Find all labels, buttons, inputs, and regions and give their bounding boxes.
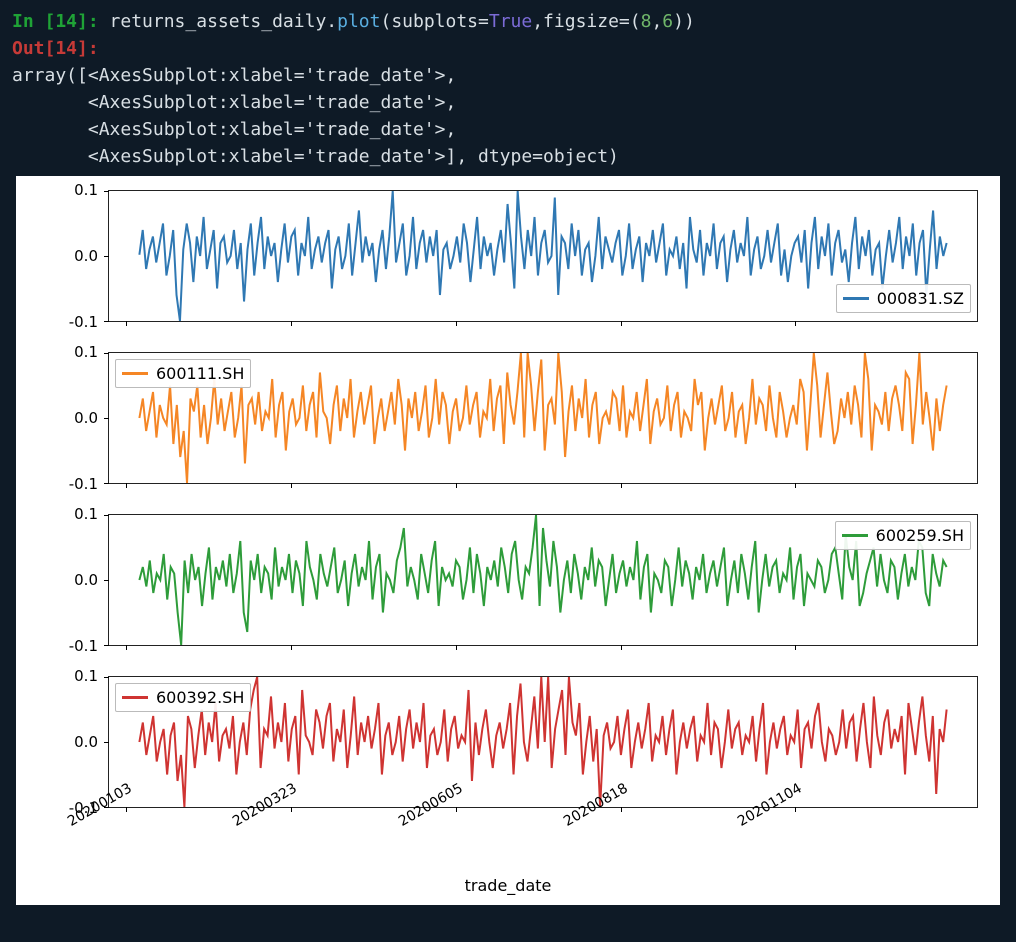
subplot-600259.SH: 0.10.0-0.1600259.SH — [78, 508, 978, 668]
x-tick-line — [795, 807, 796, 812]
subplot-000831.SZ: 0.10.0-0.1000831.SZ — [78, 184, 978, 344]
legend: 600111.SH — [115, 359, 251, 388]
y-tick-label: 0.1 — [42, 667, 98, 685]
x-tick-line — [126, 807, 127, 812]
x-tick-line — [621, 321, 622, 326]
output-line: <AxesSubplot:xlabel='trade_date'>, — [12, 92, 456, 113]
code-args-2: ,figsize=( — [532, 11, 640, 32]
axes-box: 600111.SH — [108, 352, 978, 484]
x-tick-line — [456, 321, 457, 326]
x-tick-line — [456, 483, 457, 488]
legend-swatch — [122, 696, 148, 699]
x-tick-line — [795, 645, 796, 650]
y-tick-label: -0.1 — [42, 313, 98, 331]
y-tick-label: 0.1 — [42, 505, 98, 523]
num-h: 6 — [662, 11, 673, 32]
x-tick-line — [795, 321, 796, 326]
code-cell: In [14]: returns_assets_daily.plot(subpl… — [0, 0, 1016, 174]
x-tick-line — [126, 321, 127, 326]
x-tick-line — [456, 807, 457, 812]
axes-box: 000831.SZ — [108, 190, 978, 322]
x-tick-line — [291, 483, 292, 488]
subplot-600392.SH: 0.10.0-0.1600392.SH202001032020032320200… — [78, 670, 978, 830]
y-tick-label: 0.0 — [42, 571, 98, 589]
x-tick-line — [291, 645, 292, 650]
axes-box: 600259.SH — [108, 514, 978, 646]
x-tick-line — [126, 645, 127, 650]
x-tick-line — [621, 807, 622, 812]
output-line: <AxesSubplot:xlabel='trade_date'>, — [12, 119, 456, 140]
code-args-1: (subplots= — [380, 11, 488, 32]
legend-swatch — [842, 534, 868, 537]
x-tick-line — [291, 807, 292, 812]
legend-label: 600392.SH — [156, 688, 244, 707]
y-tick-label: 0.1 — [42, 181, 98, 199]
y-tick-label: -0.1 — [42, 475, 98, 493]
y-tick-label: 0.0 — [42, 409, 98, 427]
y-tick-label: 0.0 — [42, 733, 98, 751]
legend-label: 000831.SZ — [877, 289, 964, 308]
out-prompt: Out[14]: — [12, 38, 99, 59]
legend-label: 600259.SH — [876, 526, 964, 545]
legend-label: 600111.SH — [156, 364, 244, 383]
legend-swatch — [843, 297, 869, 300]
legend: 000831.SZ — [836, 284, 971, 313]
x-tick-line — [795, 483, 796, 488]
y-tick-line — [104, 483, 109, 484]
legend: 600259.SH — [835, 521, 971, 550]
subplot-600111.SH: 0.10.0-0.1600111.SH — [78, 346, 978, 506]
x-tick-line — [621, 645, 622, 650]
x-tick-line — [126, 483, 127, 488]
legend-swatch — [122, 372, 148, 375]
kw-true: True — [489, 11, 532, 32]
axes-box: 600392.SH — [108, 676, 978, 808]
x-tick-line — [621, 483, 622, 488]
y-tick-line — [104, 645, 109, 646]
y-tick-label: 0.0 — [42, 247, 98, 265]
comma: , — [651, 11, 662, 32]
y-tick-label: -0.1 — [42, 637, 98, 655]
output-line: <AxesSubplot:xlabel='trade_date'>], dtyp… — [12, 146, 619, 167]
output-line: array([<AxesSubplot:xlabel='trade_date'>… — [12, 65, 456, 86]
x-tick-line — [456, 645, 457, 650]
matplotlib-figure: 0.10.0-0.1000831.SZ0.10.0-0.1600111.SH0.… — [16, 176, 1000, 905]
num-w: 8 — [641, 11, 652, 32]
code-args-3: )) — [673, 11, 695, 32]
code-fn: plot — [337, 11, 380, 32]
x-axis-label: trade_date — [22, 876, 994, 895]
legend: 600392.SH — [115, 683, 251, 712]
x-tick-line — [291, 321, 292, 326]
in-prompt: In [14]: — [12, 11, 99, 32]
code-text: returns_assets_daily. — [99, 11, 337, 32]
y-tick-label: 0.1 — [42, 343, 98, 361]
y-tick-line — [104, 321, 109, 322]
